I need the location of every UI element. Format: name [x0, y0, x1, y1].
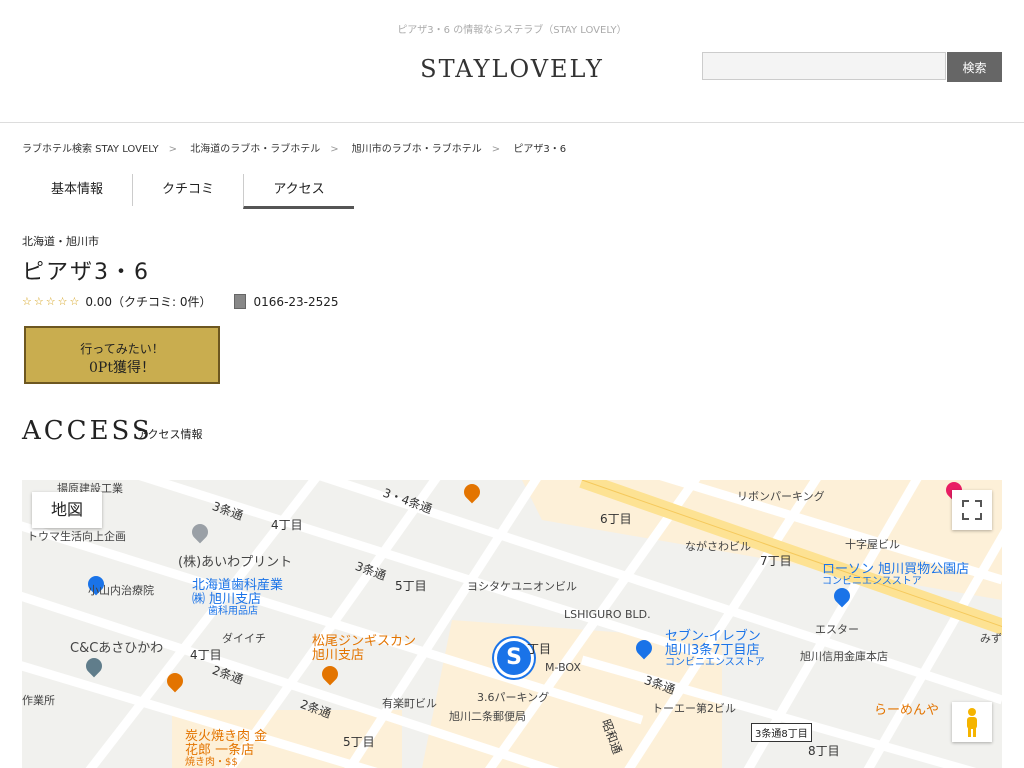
- breadcrumb-item-home[interactable]: ラブホテル検索 STAY LOVELY: [22, 144, 159, 155]
- street-label: 丁目: [527, 642, 552, 656]
- map-label: C&Cあさひかわ: [70, 641, 164, 656]
- page-title: ピアザ3・6: [22, 260, 150, 285]
- tab-reviews[interactable]: クチコミ: [132, 174, 243, 206]
- site-header: ピアザ3・6 の情報ならステラブ（STAY LOVELY） STAYLOVELY…: [0, 0, 1024, 123]
- street-label: 7丁目: [760, 554, 792, 568]
- map-label: 焼き肉・$$: [185, 757, 238, 768]
- map-label: みず: [980, 632, 1002, 645]
- building-tag: 3条通8丁目: [751, 723, 812, 742]
- map-label: コンビニエンスストア: [822, 576, 922, 587]
- breadcrumb-item-asahikawa[interactable]: 旭川市のラブホ・ラブホテル: [352, 144, 482, 155]
- breadcrumb-sep: >: [491, 144, 501, 155]
- map-label: ヨシタケユニオンビル: [467, 580, 577, 593]
- star-rating-icon: ☆☆☆☆☆: [22, 295, 82, 308]
- map-label: トウマ生活向上企画: [27, 530, 126, 543]
- want-to-go-button[interactable]: 行ってみたい！ 0Pt獲得！: [24, 326, 220, 384]
- map-label: 十字屋ビル: [845, 538, 900, 551]
- access-subheading: アクセス情報: [137, 428, 203, 441]
- street-label: 4丁目: [271, 518, 303, 532]
- map-label: リボンパーキング: [737, 490, 825, 503]
- map-label: トーエー第2ビル: [652, 702, 736, 715]
- breadcrumb-sep: >: [330, 144, 339, 155]
- map-label: M-BOX: [545, 661, 581, 674]
- search-button[interactable]: 検索: [947, 52, 1002, 82]
- tagline: ピアザ3・6 の情報ならステラブ（STAY LOVELY）: [397, 25, 627, 36]
- search-input[interactable]: [702, 52, 946, 80]
- tab-access[interactable]: アクセス: [243, 174, 354, 209]
- street-label: 8丁目: [808, 744, 840, 758]
- map-type-button[interactable]: 地図: [32, 492, 102, 528]
- map-label: エスター: [815, 623, 859, 636]
- map-label: (株)あいわプリント: [178, 555, 293, 570]
- hotel-region: 北海道・旭川市: [22, 235, 99, 248]
- breadcrumb-item-current: ピアザ3・6: [513, 144, 567, 155]
- map-label: 旭川支店: [312, 648, 365, 663]
- map-label: 作業所: [22, 694, 55, 707]
- points-label: 0Pt獲得！: [89, 360, 155, 376]
- map-label: コンビニエンスストア: [665, 657, 765, 668]
- fullscreen-icon[interactable]: [952, 490, 992, 530]
- access-heading: ACCESS: [22, 416, 153, 446]
- street-label: 5丁目: [343, 735, 375, 749]
- map-label: ながさわビル: [685, 540, 751, 553]
- street-label: 5丁目: [395, 579, 427, 593]
- phone-number[interactable]: 0166-23-2525: [254, 295, 339, 309]
- map-label: ダイイチ: [222, 632, 266, 645]
- want-to-go-label: 行ってみたい！: [80, 342, 164, 356]
- street-label: 6丁目: [600, 512, 632, 526]
- phone-icon: [233, 294, 246, 309]
- map-label: 旭川信用金庫本店: [800, 650, 888, 663]
- street-view-pegman-icon[interactable]: [952, 702, 992, 742]
- tab-basic-info[interactable]: 基本情報: [22, 174, 132, 206]
- map-label: 小山内治療院: [88, 584, 154, 597]
- street-label: 4丁目: [190, 648, 222, 662]
- hotel-tabs: 基本情報 クチコミ アクセス: [22, 174, 354, 209]
- breadcrumb: ラブホテル検索 STAY LOVELY > 北海道のラブホ・ラブホテル > 旭川市の…: [22, 140, 566, 155]
- map-label: LSHIGURO BLD.: [564, 608, 651, 621]
- map-label: 旭川二条郵便局: [449, 710, 526, 723]
- map-label: らーめんや: [874, 703, 940, 718]
- map-label: 3.6パーキング: [477, 691, 550, 704]
- breadcrumb-item-hokkaido[interactable]: 北海道のラブホ・ラブホテル: [190, 144, 320, 155]
- rating-row: ☆☆☆☆☆ 0.00（クチコミ: 0件） 0166-23-2525: [22, 293, 339, 310]
- map-label: 歯科用品店: [208, 606, 258, 617]
- map-label: 有楽町ビル: [382, 697, 437, 710]
- google-map[interactable]: S 揚原建設工業 トウマ生活向上企画 (株)あいわプリント 小山内治療院 北海道…: [22, 480, 1002, 768]
- rating-text: 0.00（クチコミ: 0件）: [85, 295, 212, 309]
- breadcrumb-sep: >: [168, 144, 178, 155]
